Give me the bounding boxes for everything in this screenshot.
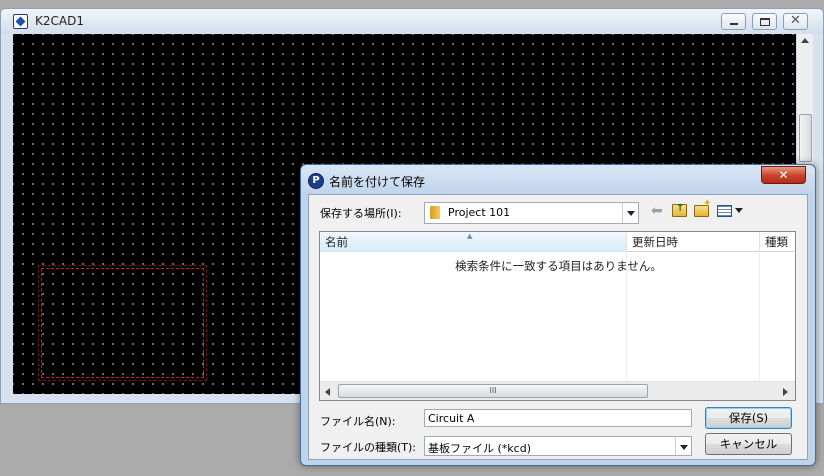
column-header-date[interactable]: 更新日時 <box>627 232 760 252</box>
close-window-button[interactable]: ✕ <box>783 13 808 30</box>
views-menu-icon[interactable] <box>717 204 743 218</box>
details-view-icon <box>717 205 732 217</box>
app-logo-icon: P <box>308 173 324 189</box>
scroll-thumb[interactable] <box>799 114 812 162</box>
column-header-name[interactable]: ▲ 名前 <box>320 232 627 252</box>
chevron-down-icon[interactable] <box>675 437 691 455</box>
dialog-close-button[interactable]: ✕ <box>761 166 806 184</box>
back-arrow-icon[interactable]: ⬅ <box>651 204 667 220</box>
scroll-up-icon[interactable] <box>801 38 809 43</box>
sort-ascending-icon: ▲ <box>467 232 473 240</box>
dialog-titlebar[interactable]: P 名前を付けて保存 ✕ <box>301 165 815 193</box>
list-header: ▲ 名前 更新日時 種類 <box>320 232 795 252</box>
window-title: K2CAD1 <box>35 14 84 28</box>
new-folder-icon[interactable] <box>694 198 711 217</box>
scroll-right-icon[interactable] <box>783 388 788 396</box>
scroll-left-icon[interactable] <box>325 388 330 396</box>
filename-input[interactable] <box>424 409 692 427</box>
dialog-title: 名前を付けて保存 <box>329 175 426 189</box>
close-icon: ✕ <box>790 13 801 28</box>
save-location-value: Project 101 <box>448 206 511 219</box>
minimize-icon <box>730 23 738 25</box>
save-location-select[interactable]: Project 101 <box>424 202 639 224</box>
app-icon[interactable] <box>13 14 28 29</box>
up-folder-icon[interactable] <box>672 203 687 217</box>
save-button[interactable]: 保存(S) <box>705 407 792 429</box>
filetype-value: 基板ファイル (*kcd) <box>428 442 531 455</box>
scroll-thumb[interactable]: III <box>338 384 648 398</box>
column-header-name-label: 名前 <box>325 235 348 249</box>
minimize-button[interactable] <box>721 13 746 30</box>
chevron-down-icon <box>735 208 743 213</box>
chevron-down-icon[interactable] <box>622 203 638 223</box>
column-header-type[interactable]: 種類 <box>760 232 797 252</box>
filename-label: ファイル名(N): <box>320 415 396 428</box>
board-outline[interactable] <box>38 265 207 381</box>
restore-button[interactable] <box>752 13 777 30</box>
cad-titlebar[interactable]: K2CAD1 ✕ <box>1 9 823 34</box>
file-list[interactable]: ▲ 名前 更新日時 種類 検索条件に一致する項目はありません。 III <box>319 231 796 401</box>
folder-icon <box>430 206 440 219</box>
restore-icon <box>760 18 770 26</box>
save-as-dialog: P 名前を付けて保存 ✕ 保存する場所(I): Project 101 ⬅ ▲ … <box>300 164 816 466</box>
filetype-select[interactable]: 基板ファイル (*kcd) <box>424 436 692 456</box>
save-location-label: 保存する場所(I): <box>320 207 402 220</box>
cancel-button[interactable]: キャンセル <box>705 433 792 455</box>
horizontal-scrollbar[interactable]: III <box>320 381 795 400</box>
empty-list-message: 検索条件に一致する項目はありません。 <box>455 259 662 273</box>
filetype-label: ファイルの種類(T): <box>320 441 417 454</box>
dialog-body: 保存する場所(I): Project 101 ⬅ ▲ 名前 更新日時 種類 <box>308 194 808 460</box>
